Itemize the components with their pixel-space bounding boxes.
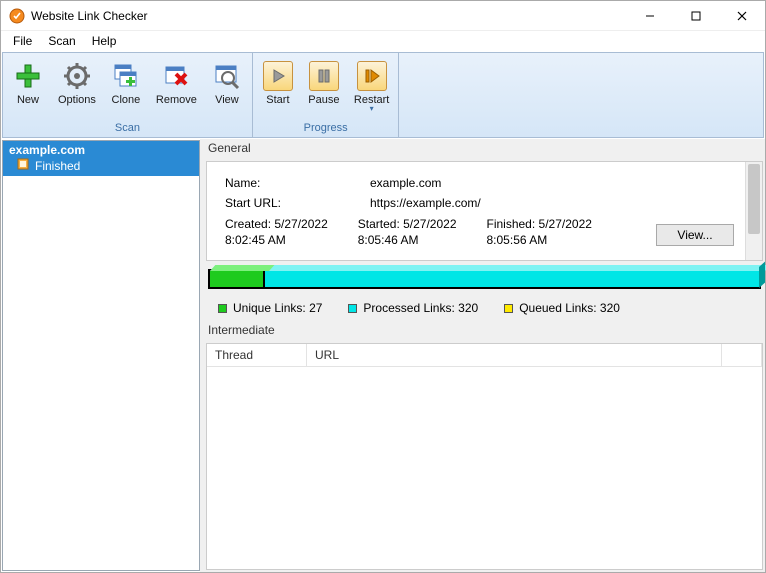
titlebar: Website Link Checker: [1, 1, 765, 31]
legend-processed: Processed Links: 320: [348, 301, 478, 315]
legend-unique: Unique Links: 27: [218, 301, 322, 315]
col-thread[interactable]: Thread: [207, 344, 307, 366]
menu-scan[interactable]: Scan: [40, 32, 83, 50]
close-button[interactable]: [719, 1, 765, 31]
main-panel: General Name: example.com Start URL: htt…: [200, 139, 765, 572]
name-label: Name:: [225, 176, 370, 190]
sidebar-item-status: Finished: [35, 159, 80, 173]
sidebar[interactable]: example.com Finished: [2, 140, 200, 571]
view-details-button[interactable]: View...: [656, 224, 734, 246]
ribbon-group-progress: Start Pause Restart▾ Progress: [253, 53, 399, 137]
name-value: example.com: [370, 176, 441, 190]
options-button[interactable]: Options: [51, 57, 103, 120]
restart-icon: [356, 60, 388, 92]
plus-icon: [12, 60, 44, 92]
col-url[interactable]: URL: [307, 344, 722, 366]
intermediate-panel: Thread URL: [206, 343, 763, 570]
gear-icon: [61, 60, 93, 92]
ribbon-group-scan: New Options Clone Remove: [3, 53, 253, 137]
finished-cell: Finished: 5/27/20228:05:56 AM: [487, 216, 592, 248]
menu-file[interactable]: File: [5, 32, 40, 50]
legend-swatch-yellow: [504, 304, 513, 313]
remove-button[interactable]: Remove: [149, 57, 204, 120]
ribbon: New Options Clone Remove: [2, 52, 764, 138]
progressbar: [208, 269, 761, 289]
magnifier-icon: [211, 60, 243, 92]
progressbar-done: [210, 271, 265, 287]
sidebar-item-domain: example.com: [9, 143, 193, 157]
starturl-value: https://example.com/: [370, 196, 481, 210]
sidebar-item[interactable]: example.com Finished: [3, 141, 199, 176]
menu-help[interactable]: Help: [84, 32, 125, 50]
maximize-button[interactable]: [673, 1, 719, 31]
legend-queued: Queued Links: 320: [504, 301, 620, 315]
legend-swatch-cyan: [348, 304, 357, 313]
workspace: example.com Finished General Name: examp…: [1, 139, 765, 572]
play-icon: [262, 60, 294, 92]
minimize-button[interactable]: [627, 1, 673, 31]
started-cell: Started: 5/27/20228:05:46 AM: [358, 216, 457, 248]
legend: Unique Links: 27 Processed Links: 320 Qu…: [206, 295, 763, 317]
view-button[interactable]: View: [204, 57, 250, 120]
window-title: Website Link Checker: [31, 9, 148, 23]
intermediate-section-label: Intermediate: [206, 321, 763, 339]
progressbar-wrap: [206, 265, 763, 291]
col-end: [722, 344, 762, 366]
ribbon-group-label-progress: Progress: [253, 120, 398, 137]
created-cell: Created: 5/27/20228:02:45 AM: [225, 216, 328, 248]
general-panel: Name: example.com Start URL: https://exa…: [206, 161, 763, 261]
pause-button[interactable]: Pause: [301, 57, 347, 120]
intermediate-header: Thread URL: [207, 344, 762, 367]
general-scrollbar[interactable]: [745, 162, 762, 260]
clone-icon: [110, 60, 142, 92]
starturl-label: Start URL:: [225, 196, 370, 210]
start-button[interactable]: Start: [255, 57, 301, 120]
remove-icon: [160, 60, 192, 92]
chevron-down-icon: ▾: [354, 106, 389, 112]
legend-swatch-green: [218, 304, 227, 313]
pause-icon: [308, 60, 340, 92]
general-section-label: General: [206, 139, 763, 157]
restart-button[interactable]: Restart▾: [347, 57, 396, 120]
menubar: File Scan Help: [1, 31, 765, 51]
status-icon: [17, 158, 29, 173]
new-button[interactable]: New: [5, 57, 51, 120]
clone-button[interactable]: Clone: [103, 57, 149, 120]
ribbon-group-label-scan: Scan: [3, 120, 252, 137]
app-icon: [9, 8, 25, 24]
